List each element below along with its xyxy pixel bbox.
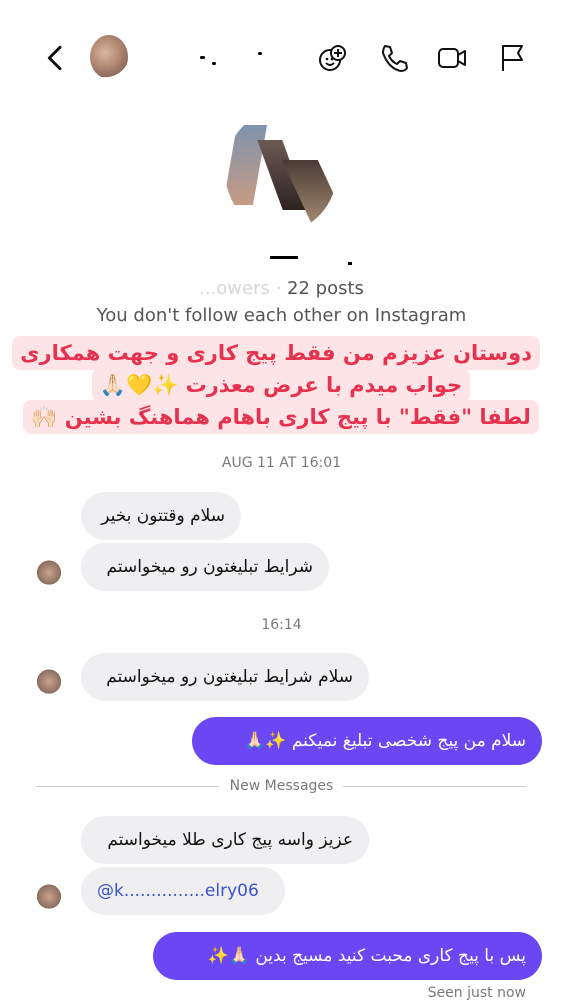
voice-call-button[interactable] (373, 38, 413, 78)
message-bubble-incoming[interactable]: شرایط تبلیغتون رو میخواستم (81, 543, 329, 591)
profile-stats-prefix: ...owers · (199, 278, 288, 299)
message-bubble-incoming[interactable]: سلام وقتتون بخیر (81, 492, 241, 540)
announcement: دوستان عزیزم من فقط پیج کاری و جهت همکار… (12, 336, 540, 434)
sender-avatar[interactable] (32, 668, 66, 702)
header-avatar[interactable] (90, 35, 128, 79)
header-username-redacted[interactable] (140, 46, 270, 68)
profile-stats: ...owers · 22 posts (0, 278, 563, 299)
profile-avatar[interactable] (225, 110, 337, 232)
chat-header (0, 0, 563, 100)
sender-avatar[interactable] (32, 883, 66, 917)
message-bubble-outgoing[interactable]: پس با پیج کاری محبت کنید مسیج بدین 🙏🏻✨ (153, 932, 542, 980)
announcement-line: جواب میدم با عرض معذرت ✨💛🙏🏻 (91, 368, 471, 402)
video-icon (438, 48, 466, 68)
announcement-line: دوستان عزیزم من فقط پیج کاری و جهت همکار… (12, 336, 540, 370)
profile-posts-count: 22 posts (287, 278, 364, 299)
follow-status-note: You don't follow each other on Instagram (96, 305, 467, 326)
timestamp: 16:14 (261, 617, 302, 633)
report-button[interactable] (492, 38, 532, 78)
new-messages-divider: New Messages (229, 778, 334, 794)
message-bubble-incoming[interactable]: سلام شرایط تبلیغتون رو میخواستم (81, 653, 369, 701)
message-bubble-link[interactable]: @k...............elry06 (81, 867, 285, 915)
seen-status: Seen just now (427, 985, 526, 1001)
video-call-button[interactable] (432, 38, 472, 78)
announcement-line: لطفا "فقط" با پیج کاری باهام هماهنگ بشین… (23, 400, 539, 434)
effects-button[interactable] (313, 38, 353, 78)
message-bubble-outgoing[interactable]: سلام من پیج شخصی تبلیغ نمیکنم ✨🙏🏻 (192, 717, 542, 765)
timestamp: AUG 11 AT 16:01 (221, 455, 342, 471)
flag-icon (502, 45, 523, 71)
back-button[interactable] (36, 38, 76, 78)
phone-icon (382, 45, 408, 72)
profile-name-redacted (270, 256, 360, 265)
effects-icon (319, 45, 346, 71)
message-bubble-incoming[interactable]: عزیز واسه پیج کاری طلا میخواستم (81, 816, 369, 864)
sender-avatar[interactable] (32, 559, 66, 593)
chevron-left-icon (47, 45, 62, 71)
